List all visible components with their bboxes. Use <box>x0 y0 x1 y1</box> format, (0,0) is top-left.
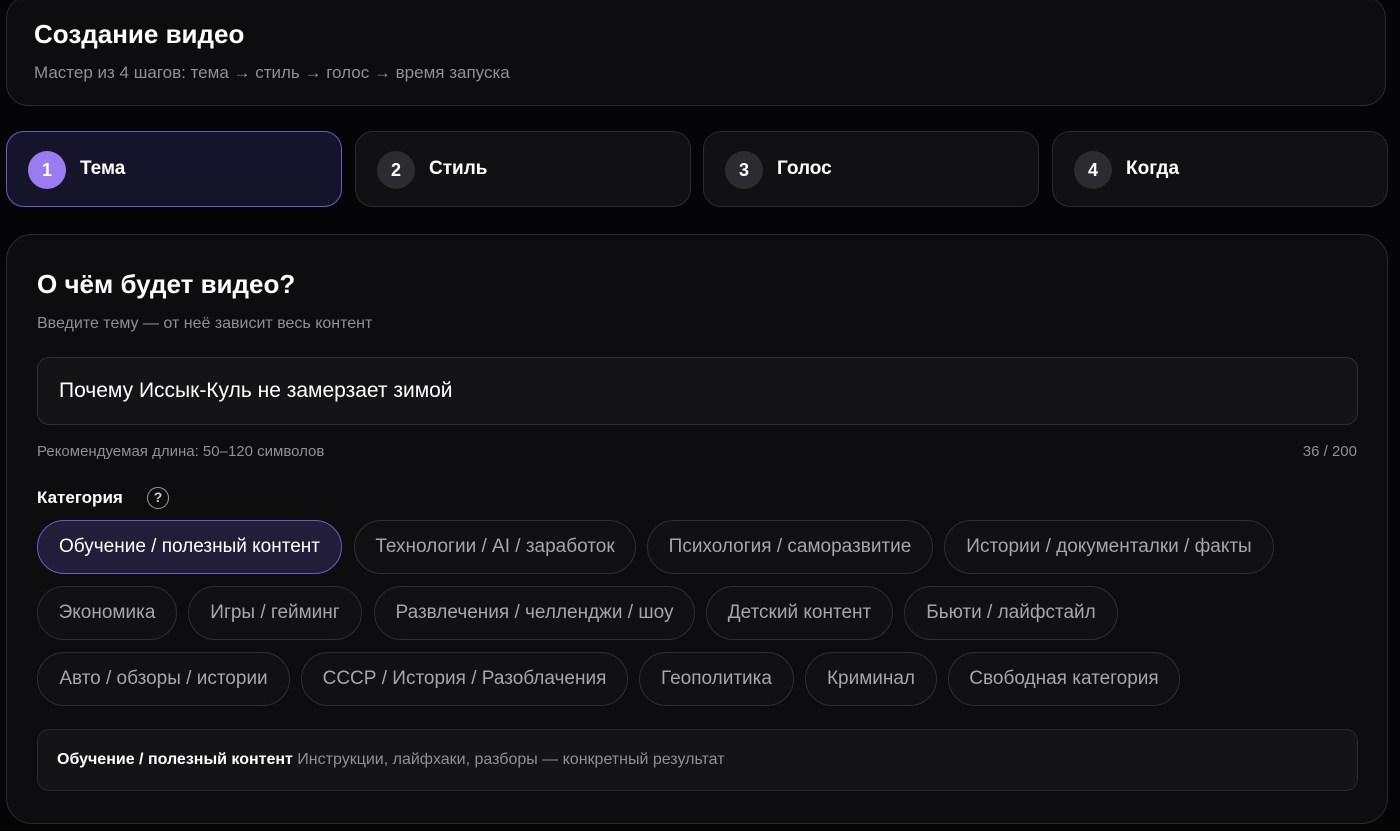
category-chip[interactable]: Свободная категория <box>948 652 1180 706</box>
category-chip[interactable]: Детский контент <box>706 586 893 640</box>
step-number-badge: 3 <box>725 151 763 189</box>
step-number-badge: 2 <box>377 151 415 189</box>
category-chip[interactable]: Развлечения / челленджи / шоу <box>374 586 695 640</box>
category-chip[interactable]: Криминал <box>805 652 937 706</box>
step-label: Когда <box>1126 158 1180 179</box>
section-title: О чём будет видео? <box>37 269 296 299</box>
step-label: Голос <box>777 158 832 179</box>
category-chip[interactable]: СССР / История / Разоблачения <box>301 652 628 706</box>
step-voice[interactable]: 3 Голос <box>703 131 1039 207</box>
step-number-badge: 1 <box>28 151 66 189</box>
wizard-steps: 1 Тема 2 Стиль 3 Голос 4 Когда <box>6 131 1388 207</box>
category-chip[interactable]: Игры / гейминг <box>188 586 362 640</box>
category-description-name: Обучение / полезный контент <box>57 751 293 768</box>
length-hint: Рекомендуемая длина: 50–120 символов <box>37 443 325 460</box>
step-when[interactable]: 4 Когда <box>1052 131 1388 207</box>
step-style[interactable]: 2 Стиль <box>355 131 691 207</box>
step-label: Тема <box>80 158 126 179</box>
category-chip[interactable]: Авто / обзоры / истории <box>37 652 290 706</box>
help-icon[interactable]: ? <box>147 487 169 509</box>
section-subtitle: Введите тему — от неё зависит весь конте… <box>37 315 373 332</box>
category-description-text: Инструкции, лайфхаки, разборы — конкретн… <box>292 751 725 768</box>
category-description: Обучение / полезный контент Инструкции, … <box>37 729 1358 791</box>
step-number-badge: 4 <box>1074 151 1112 189</box>
category-chip[interactable]: Технологии / AI / заработок <box>354 520 636 574</box>
topic-card: О чём будет видео? Введите тему — от неё… <box>6 234 1388 824</box>
category-chip[interactable]: Бьюти / лайфстайл <box>904 586 1118 640</box>
category-chip[interactable]: Геополитика <box>639 652 794 706</box>
category-chip[interactable]: Истории / документалки / факты <box>944 520 1274 574</box>
header-card: Создание видео Мастер из 4 шагов: тема →… <box>6 0 1386 106</box>
category-chip[interactable]: Психология / саморазвитие <box>647 520 933 574</box>
step-topic[interactable]: 1 Тема <box>6 131 342 207</box>
character-counter: 36 / 200 <box>1302 443 1357 460</box>
page-title: Создание видео <box>34 19 245 49</box>
topic-input[interactable] <box>37 357 1358 425</box>
page-subtitle: Мастер из 4 шагов: тема → стиль → голос … <box>34 63 510 82</box>
create-video-page: Создание видео Мастер из 4 шагов: тема →… <box>0 0 1400 831</box>
category-label: Категория <box>37 488 123 507</box>
category-chip[interactable]: Экономика <box>37 586 177 640</box>
step-label: Стиль <box>429 158 488 179</box>
category-chip[interactable]: Обучение / полезный контент <box>37 520 342 574</box>
